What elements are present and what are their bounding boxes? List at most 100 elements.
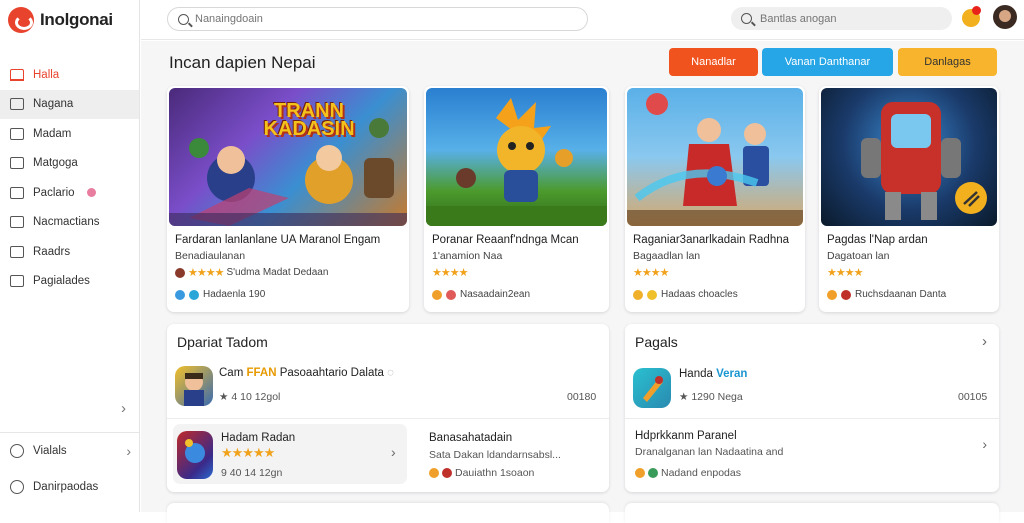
game-art (861, 102, 987, 220)
sidebar-item-label: Vialals (33, 445, 67, 457)
platform-icon (446, 289, 456, 300)
game-card[interactable]: Poranar Reaanf'ndnga Mcan 1'anamion Naa … (424, 86, 609, 312)
app-logo[interactable]: Inolgonai (8, 7, 113, 33)
app-icon[interactable] (633, 368, 671, 408)
page-icon (10, 275, 24, 288)
search-icon (741, 13, 752, 24)
settings-icon (10, 480, 24, 494)
search-bar[interactable] (167, 7, 588, 31)
game-subtitle: Dagatoan lan (827, 250, 890, 262)
app-title-part: Cam (219, 367, 244, 379)
app-art (185, 439, 205, 463)
list-icon (10, 98, 24, 111)
platform-icon (648, 468, 658, 478)
featured-panel: Dpariat Tadom Cam FFAN Pasoaahtario Dala… (167, 324, 609, 492)
app-icon[interactable] (177, 431, 213, 479)
platform-icon (841, 289, 851, 300)
app-description: Sata Dakan ldandarnsabsl... (429, 449, 561, 461)
sidebar-item-home[interactable]: Halla (0, 60, 139, 90)
app-meta: 9 40 14 12gn (221, 467, 283, 479)
sidebar-item-label: Danirpaodas (33, 481, 99, 493)
game-subtitle: Bagaadlan lan (633, 250, 701, 262)
game-thumbnail: TRANN KADASIN (169, 88, 407, 226)
sidebar-item-label: Matgoga (33, 157, 78, 170)
game-footer-text: Hadaenla 190 (203, 289, 266, 300)
app-art (184, 373, 204, 406)
chevron-right-icon[interactable]: › (121, 400, 126, 417)
app-meta: ★ 1290 Nega (679, 391, 743, 403)
platform-icon (633, 289, 643, 300)
search-icon (178, 13, 189, 25)
game-meta: ★★★★ (633, 266, 669, 279)
sidebar-item-3[interactable]: Madam (0, 119, 139, 149)
sidebar-bottom: Vialals › Danirpaodas (0, 432, 139, 505)
game-banner: TRANN KADASIN (263, 100, 355, 140)
sidebar-item-label: Nacmactians (33, 216, 100, 229)
rating-icon: ★ (679, 391, 689, 403)
app-icon[interactable] (175, 366, 213, 406)
game-card[interactable]: TRANN KADASIN Fardaran lanlanlane UA Mar… (167, 86, 409, 312)
app-title[interactable]: Hdprkkanm Paranel (635, 430, 737, 442)
panel-title: Pagals (635, 334, 678, 350)
sidebar-item-label: Madam (33, 127, 72, 140)
app-title[interactable]: Cam FFAN Pasoaahtario Dalata ◌ (219, 367, 394, 379)
app-name: Inolgonai (40, 10, 113, 29)
sidebar-item-label: Raadrs (33, 245, 71, 258)
platform-icon (635, 468, 645, 478)
chevron-right-icon[interactable]: › (982, 436, 987, 452)
app-title[interactable]: Banasahatadain (429, 432, 512, 444)
app-title-highlight: FFAN (246, 367, 277, 379)
rating-stars-icon: ★★★★ (432, 267, 468, 279)
platform-icon (432, 289, 442, 300)
secondary-search-bar[interactable] (731, 7, 952, 30)
next-panel-edge (167, 503, 609, 523)
sidebar-item-7[interactable]: Raadrs (0, 237, 139, 267)
app-meta: ★ 4 10 12gol (219, 391, 280, 403)
secondary-search-input[interactable] (760, 12, 940, 25)
notification-dot (972, 6, 981, 15)
app-title[interactable]: Hadam Radan (221, 432, 295, 444)
page-title: Incan dapien Nepai (169, 53, 316, 72)
action-button-yellow[interactable]: Danlagas (898, 48, 997, 76)
sidebar-item-settings[interactable]: Danirpaodas (0, 469, 139, 505)
game-card[interactable]: Pagdas l'Nap ardan Dagatoan lan ★★★★ Ruc… (819, 86, 999, 312)
app-title-part: Pasoaahtario Dalata (279, 367, 384, 379)
logo-icon (8, 7, 34, 33)
app-title-part: Handa (679, 368, 713, 380)
avatar[interactable] (993, 5, 1017, 29)
info-icon: ◌ (387, 367, 394, 379)
app-meta-text: 4 10 12gol (231, 391, 281, 403)
sidebar-item-views[interactable]: Vialals › (0, 433, 139, 469)
sidebar-item-4[interactable]: Matgoga (0, 149, 139, 179)
search-input[interactable] (195, 13, 575, 25)
topbar (141, 0, 1024, 40)
game-footer-text: Hadaas choacles (661, 289, 738, 300)
platform-icon (442, 468, 452, 478)
sidebar-item-label: Pagialades (33, 275, 90, 288)
game-thumbnail (426, 88, 607, 226)
chevron-right-icon[interactable]: › (391, 444, 396, 460)
action-button-orange[interactable]: Nanadlar (669, 48, 758, 76)
sidebar: Inolgonai Halla Nagana Madam Matgoga Pac… (0, 0, 140, 512)
main-content: Incan dapien Nepai Nanadlar Vanan Dantha… (141, 41, 1024, 523)
game-thumbnail (821, 88, 997, 226)
app-stat: 00105 (958, 391, 988, 403)
action-button-blue[interactable]: Vanan Danthanar (762, 48, 893, 76)
game-title: Fardaran lanlanlane UA Maranol Engam (175, 234, 381, 246)
rating-icon: ★ (219, 391, 229, 403)
sidebar-item-label: Halla (33, 68, 60, 81)
sidebar-item-6[interactable]: Nacmactians (0, 208, 139, 238)
app-footer: Dauiathn 1soaon (429, 467, 534, 479)
chevron-right-icon[interactable]: › (982, 333, 987, 350)
app-footer: Nadand enpodas (635, 467, 741, 479)
rating-stars-icon: ★★★★★ (221, 445, 275, 460)
game-footer-text: Ruchsdaanan Danta (855, 289, 947, 300)
app-art (643, 376, 663, 402)
sidebar-item-2[interactable]: Nagana (0, 89, 139, 119)
divider (167, 418, 609, 419)
game-meta: ★★★★ S'udma Madat Dedaan (175, 266, 328, 279)
game-card[interactable]: Raganiar3anarlkadain Radhna Bagaadlan la… (625, 86, 805, 312)
sidebar-item-5[interactable]: Paclario (0, 178, 139, 208)
app-title[interactable]: Handa Veran (679, 368, 747, 380)
sidebar-item-8[interactable]: Pagialades (0, 267, 139, 297)
